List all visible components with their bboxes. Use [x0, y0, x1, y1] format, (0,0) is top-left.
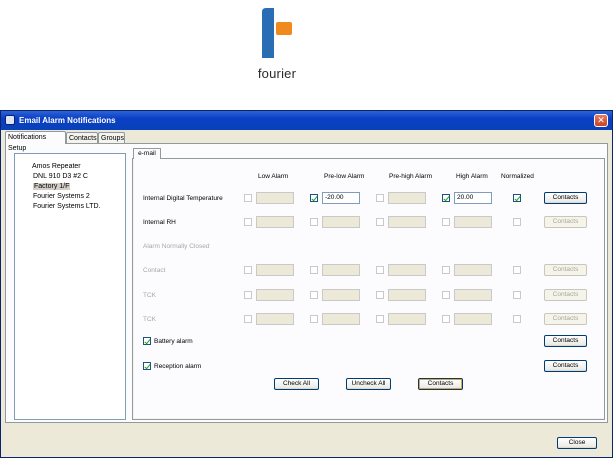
window-titlebar[interactable]: Email Alarm Notifications ✕: [1, 111, 612, 130]
row-contacts-button[interactable]: Contacts: [544, 216, 587, 228]
prehigh-value-input[interactable]: [388, 216, 426, 228]
low-value-input[interactable]: [256, 192, 294, 204]
contacts-button[interactable]: Contacts: [418, 378, 463, 390]
battery-alarm-checkbox[interactable]: [143, 337, 151, 345]
prehigh-checkbox[interactable]: [376, 291, 384, 299]
row-label: Internal RH: [143, 219, 176, 226]
normalized-checkbox[interactable]: [513, 194, 521, 202]
high-value-input[interactable]: [454, 216, 492, 228]
prelow-value-input[interactable]: [322, 216, 360, 228]
high-value-input[interactable]: 20.00: [454, 192, 492, 204]
prelow-checkbox[interactable]: [310, 291, 318, 299]
prelow-value-input[interactable]: [322, 264, 360, 276]
prehigh-value-input[interactable]: [388, 192, 426, 204]
reception-alarm-label: Reception alarm: [154, 363, 202, 370]
high-value-input[interactable]: [454, 289, 492, 301]
high-value-input[interactable]: [454, 264, 492, 276]
battery-alarm-label: Battery alarm: [154, 338, 193, 345]
prehigh-checkbox[interactable]: [376, 218, 384, 226]
window-title: Email Alarm Notifications: [19, 116, 116, 125]
close-button[interactable]: Close: [557, 437, 597, 449]
reception-contacts-button[interactable]: Contacts: [544, 360, 587, 372]
row-label: Contact: [143, 267, 166, 274]
row-label: Alarm Normally Closed: [143, 243, 210, 250]
col-header-high-alarm: High Alarm: [456, 173, 488, 180]
prelow-checkbox[interactable]: [310, 315, 318, 323]
row-contacts-button[interactable]: Contacts: [544, 264, 587, 276]
low-value-input[interactable]: [256, 264, 294, 276]
tree-item[interactable]: Fourier Systems 2: [33, 193, 90, 200]
low-value-input[interactable]: [256, 313, 294, 325]
app-icon: [5, 115, 15, 125]
low-checkbox[interactable]: [244, 218, 252, 226]
low-checkbox[interactable]: [244, 291, 252, 299]
row-contacts-button[interactable]: Contacts: [544, 313, 587, 325]
window-close-icon[interactable]: ✕: [594, 114, 608, 127]
tree-item-selected[interactable]: Factory 1/F: [33, 183, 71, 190]
check-all-button[interactable]: Check All: [274, 378, 319, 390]
tree-item[interactable]: DNL 910 D3 #2 C: [33, 173, 88, 180]
battery-contacts-button[interactable]: Contacts: [544, 335, 587, 347]
prehigh-checkbox[interactable]: [376, 266, 384, 274]
normalized-checkbox[interactable]: [513, 218, 521, 226]
high-checkbox[interactable]: [442, 266, 450, 274]
high-checkbox[interactable]: [442, 194, 450, 202]
prelow-checkbox[interactable]: [310, 194, 318, 202]
low-checkbox[interactable]: [244, 266, 252, 274]
prehigh-checkbox[interactable]: [376, 315, 384, 323]
uncheck-all-button[interactable]: Uncheck All: [346, 378, 391, 390]
prelow-value-input[interactable]: [322, 289, 360, 301]
row-label: Internal Digital Temperature: [143, 195, 223, 202]
col-header-normalized: Normalized: [501, 173, 534, 180]
row-label: TCK: [143, 292, 156, 299]
high-checkbox[interactable]: [442, 315, 450, 323]
normalized-checkbox[interactable]: [513, 291, 521, 299]
high-checkbox[interactable]: [442, 218, 450, 226]
low-checkbox[interactable]: [244, 194, 252, 202]
fourier-logo-mark-icon: [262, 8, 292, 58]
tree-item[interactable]: Amos Repeater: [32, 163, 81, 170]
col-header-prehigh-alarm: Pre-high Alarm: [389, 173, 432, 180]
normalized-checkbox[interactable]: [513, 266, 521, 274]
prehigh-value-input[interactable]: [388, 264, 426, 276]
logo-wordmark: fourier: [257, 66, 297, 81]
prehigh-value-input[interactable]: [388, 289, 426, 301]
prehigh-value-input[interactable]: [388, 313, 426, 325]
col-header-prelow-alarm: Pre-low Alarm: [324, 173, 365, 180]
row-label: TCK: [143, 316, 156, 323]
low-value-input[interactable]: [256, 289, 294, 301]
row-contacts-button[interactable]: Contacts: [544, 192, 587, 204]
normalized-checkbox[interactable]: [513, 315, 521, 323]
prehigh-checkbox[interactable]: [376, 194, 384, 202]
tab-notifications-setup[interactable]: Notifications Setup: [5, 131, 66, 152]
row-contacts-button[interactable]: Contacts: [544, 289, 587, 301]
low-checkbox[interactable]: [244, 315, 252, 323]
prelow-value-input[interactable]: [322, 313, 360, 325]
col-header-low-alarm: Low Alarm: [258, 173, 289, 180]
high-value-input[interactable]: [454, 313, 492, 325]
tab-email[interactable]: e-mail: [133, 148, 161, 159]
prelow-checkbox[interactable]: [310, 218, 318, 226]
prelow-checkbox[interactable]: [310, 266, 318, 274]
low-value-input[interactable]: [256, 216, 294, 228]
reception-alarm-checkbox[interactable]: [143, 362, 151, 370]
prelow-value-input[interactable]: -20.00: [322, 192, 360, 204]
fourier-logo: fourier: [247, 8, 307, 81]
high-checkbox[interactable]: [442, 291, 450, 299]
device-tree[interactable]: Amos Repeater DNL 910 D3 #2 C Factory 1/…: [14, 153, 126, 420]
tree-item[interactable]: Fourier Systems LTD.: [33, 203, 101, 210]
